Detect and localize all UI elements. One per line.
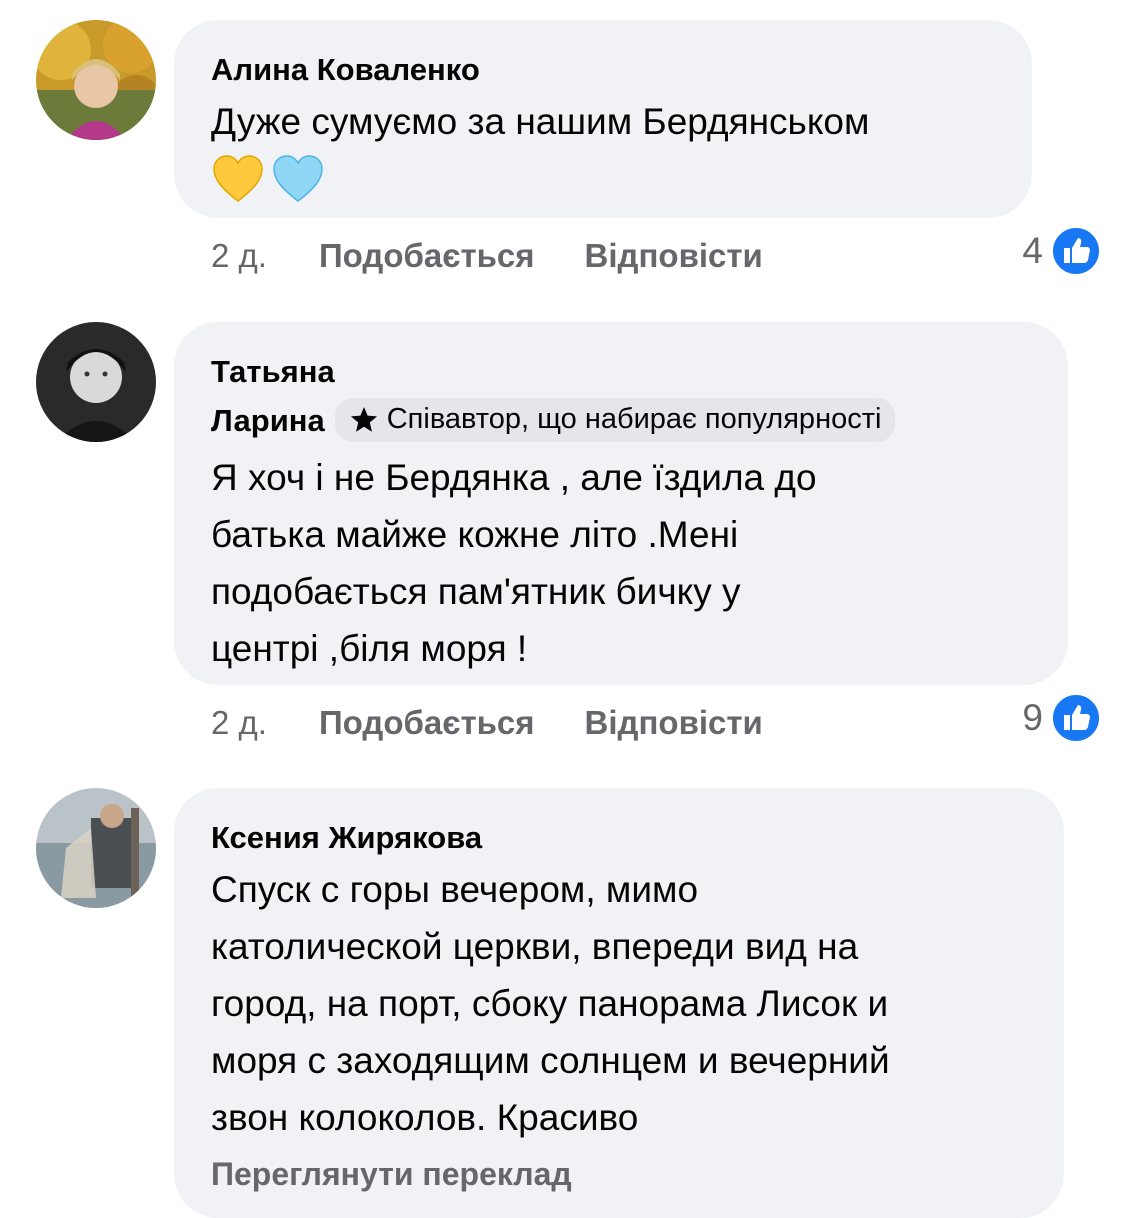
- thumbs-up-icon: [1051, 693, 1101, 743]
- see-translation-link[interactable]: Переглянути переклад: [211, 1156, 1028, 1193]
- rising-contributor-badge[interactable]: Співавтор, що набирає популярності: [334, 397, 896, 442]
- like-button[interactable]: Подобається: [319, 237, 535, 275]
- light-blue-heart-icon: [273, 155, 323, 202]
- comment-timestamp[interactable]: 2 д.: [211, 237, 267, 275]
- like-count: 4: [1022, 230, 1043, 271]
- avatar-photo: [36, 788, 156, 908]
- thumbs-up-icon: [1051, 226, 1101, 276]
- comment-text: Я хоч і не Бердянка , але їздила до бать…: [211, 456, 817, 669]
- comment-author[interactable]: Татьяна: [211, 348, 1032, 395]
- comment-actions: 2 д. Подобається Відповісти: [211, 701, 763, 745]
- yellow-heart-icon: [213, 155, 263, 202]
- comment-timestamp[interactable]: 2 д.: [211, 704, 267, 742]
- avatar[interactable]: [36, 20, 156, 140]
- comment-author-surname[interactable]: Ларина: [211, 403, 325, 438]
- avatar[interactable]: [36, 322, 156, 442]
- star-icon: [350, 406, 377, 432]
- comment-actions: 2 д. Подобається Відповісти: [211, 234, 763, 278]
- comment-text: Дуже сумуємо за нашим Бердянськом: [211, 101, 870, 142]
- badge-label: Співавтор, що набирає популярності: [386, 403, 882, 436]
- reaction-count[interactable]: 4: [1022, 226, 1101, 276]
- comment-author[interactable]: Алина Коваленко: [211, 46, 996, 93]
- comment-bubble: Ксения Жирякова Спуск с горы вечером, ми…: [174, 788, 1064, 1218]
- emoji-row: [211, 154, 996, 204]
- like-button[interactable]: Подобається: [319, 704, 535, 742]
- comment-text: Спуск с горы вечером, мимо католической …: [211, 869, 890, 1138]
- comment-author[interactable]: Ксения Жирякова: [211, 814, 1028, 861]
- avatar-photo: [36, 322, 156, 442]
- reply-button[interactable]: Відповісти: [585, 237, 763, 275]
- avatar[interactable]: [36, 788, 156, 908]
- like-count: 9: [1022, 697, 1043, 738]
- comment-bubble: Алина Коваленко Дуже сумуємо за нашим Бе…: [174, 20, 1032, 218]
- reply-button[interactable]: Відповісти: [585, 704, 763, 742]
- avatar-photo: [36, 20, 156, 140]
- comment-bubble: Татьяна Ларина Співавтор, що набирає поп…: [174, 322, 1068, 685]
- reaction-count[interactable]: 9: [1022, 693, 1101, 743]
